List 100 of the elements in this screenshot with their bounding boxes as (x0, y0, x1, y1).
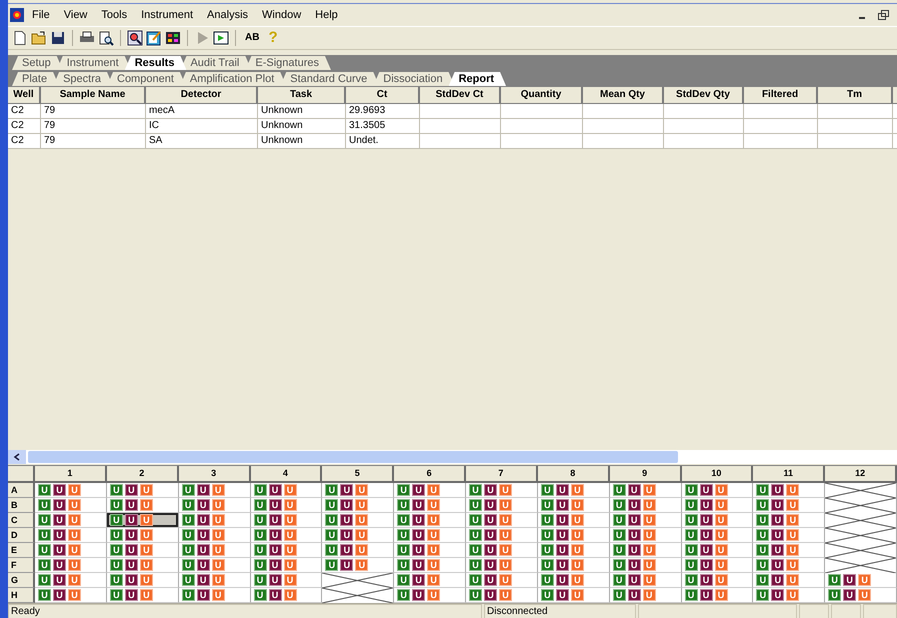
plate-well[interactable]: U U U (610, 498, 682, 513)
tab[interactable]: Results (124, 56, 186, 70)
new-document-icon[interactable] (12, 30, 28, 46)
menu-item[interactable]: File (26, 9, 56, 21)
plate-well[interactable]: U U U (106, 513, 179, 528)
menu-item[interactable]: Instrument (135, 9, 200, 21)
menu-item[interactable]: Analysis (201, 9, 254, 21)
column-header[interactable]: Ct (346, 87, 420, 104)
plate-well[interactable]: U U U (322, 513, 394, 528)
plate-well[interactable]: U U U (322, 528, 394, 543)
plate-well[interactable]: U U U (753, 513, 826, 528)
menu-item[interactable]: View (58, 9, 94, 21)
plate-well[interactable]: U U U (250, 498, 322, 513)
plate-well[interactable]: U U U (35, 573, 107, 588)
plate-well[interactable]: U U U (466, 498, 538, 513)
plate-well[interactable]: U U U (610, 483, 682, 498)
plate-well[interactable]: U U U (753, 543, 826, 558)
plate-well[interactable]: U U U (466, 528, 538, 543)
plate-well[interactable]: U U U (106, 543, 179, 558)
plate-well[interactable]: U U U (682, 483, 754, 498)
plate-well[interactable]: U U U (394, 543, 466, 558)
plate-well[interactable]: U U U (538, 498, 610, 513)
plate-well[interactable]: U U U (250, 588, 322, 603)
plate-well[interactable]: U U U (35, 588, 107, 603)
column-header[interactable]: 2 (106, 466, 179, 483)
plate-well[interactable]: U U U (250, 543, 322, 558)
plate-well[interactable]: U U U (753, 573, 826, 588)
plate-well[interactable]: U U U (682, 513, 754, 528)
menu-item[interactable]: Tools (95, 9, 134, 21)
plate-well[interactable]: U U U (682, 498, 754, 513)
column-header[interactable]: Mean Qty (583, 87, 664, 104)
menu-item[interactable]: Window (256, 9, 308, 21)
plate-well[interactable]: U U U (610, 588, 682, 603)
plate-well[interactable]: U U U (466, 558, 538, 573)
column-header[interactable]: 11 (753, 466, 826, 483)
plate-well[interactable]: U U U (35, 528, 107, 543)
spelling-button[interactable]: AB (242, 29, 262, 47)
plate-well[interactable]: U U U (250, 513, 322, 528)
plate-well[interactable]: U U U (178, 528, 250, 543)
plate-well[interactable]: U U U (538, 558, 610, 573)
plate-well[interactable]: U U U (178, 513, 250, 528)
plate-well[interactable]: U U U (538, 588, 610, 603)
column-header[interactable]: Quantity (501, 87, 583, 104)
color-grid-icon[interactable] (165, 30, 181, 46)
column-header[interactable]: 9 (610, 466, 682, 483)
plate-well[interactable]: U U U (250, 528, 322, 543)
plate-well[interactable]: U U U (825, 573, 897, 588)
column-header[interactable]: 7 (466, 466, 538, 483)
plate-well[interactable]: U U U (466, 573, 538, 588)
plate-well[interactable]: U U U (394, 588, 466, 603)
plate-well[interactable]: U U U (394, 528, 466, 543)
row-header[interactable]: D (8, 528, 35, 543)
magnifier-icon[interactable] (127, 30, 143, 46)
row-header[interactable]: B (8, 498, 35, 513)
plate-well[interactable]: U U U (35, 558, 107, 573)
plate-well[interactable]: U U U (466, 513, 538, 528)
plate-well[interactable]: U U U (538, 513, 610, 528)
run-window-icon[interactable] (213, 30, 229, 46)
plate-well[interactable]: U U U (35, 498, 107, 513)
open-folder-icon[interactable] (31, 30, 47, 46)
column-header[interactable]: 8 (538, 466, 610, 483)
plate-well[interactable]: U U U (825, 588, 897, 603)
plate-well[interactable]: U U U (178, 498, 250, 513)
plate-well[interactable]: U U U (538, 573, 610, 588)
plate-well[interactable]: U U U (178, 543, 250, 558)
row-header[interactable]: E (8, 543, 35, 558)
column-header[interactable]: 6 (394, 466, 466, 483)
plate-well[interactable]: U U U (106, 573, 179, 588)
plate-well[interactable]: U U U (178, 483, 250, 498)
plate-well[interactable]: U U U (106, 558, 179, 573)
plate-well[interactable]: U U U (322, 483, 394, 498)
horizontal-scrollbar[interactable] (8, 450, 897, 464)
edit-icon[interactable] (146, 30, 162, 46)
plate-well[interactable]: U U U (610, 573, 682, 588)
plate-well[interactable]: U U U (106, 588, 179, 603)
plate-well[interactable]: U U U (682, 528, 754, 543)
plate-well[interactable]: U U U (106, 483, 179, 498)
row-header[interactable]: G (8, 573, 35, 588)
row-header[interactable]: H (8, 588, 35, 603)
column-header[interactable]: Detector (146, 87, 258, 104)
column-header[interactable]: Filtered (744, 87, 818, 104)
plate-well[interactable]: U U U (394, 558, 466, 573)
plate-well[interactable]: U U U (35, 513, 107, 528)
plate-well[interactable]: U U U (394, 513, 466, 528)
plate-well[interactable]: U U U (682, 543, 754, 558)
plate-well[interactable]: U U U (682, 573, 754, 588)
plate-well[interactable]: U U U (35, 483, 107, 498)
column-header[interactable]: Task (258, 87, 346, 104)
plate-well[interactable]: U U U (610, 528, 682, 543)
plate-well[interactable]: U U U (178, 588, 250, 603)
column-header[interactable]: 4 (250, 466, 322, 483)
row-header[interactable]: A (8, 483, 35, 498)
plate-well[interactable]: U U U (753, 498, 826, 513)
scroll-left-icon[interactable] (13, 453, 21, 461)
plate-well[interactable]: U U U (322, 558, 394, 573)
plate-well[interactable]: U U U (753, 483, 826, 498)
plate-well[interactable]: U U U (610, 558, 682, 573)
plate-well[interactable]: U U U (106, 528, 179, 543)
print-preview-icon[interactable] (98, 30, 114, 46)
plate-well[interactable]: U U U (322, 498, 394, 513)
